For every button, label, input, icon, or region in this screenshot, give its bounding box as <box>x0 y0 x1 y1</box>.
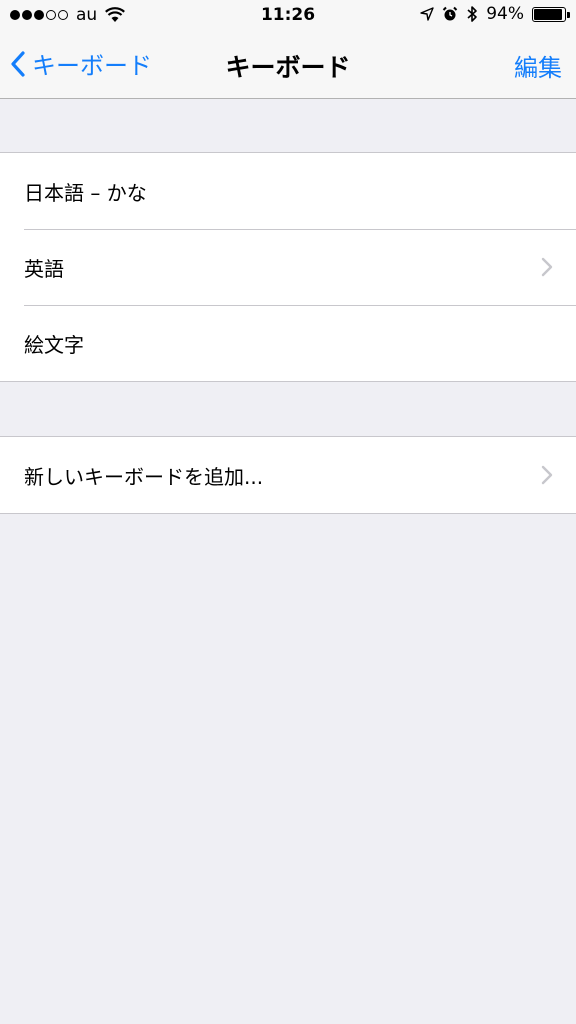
list-item-label: 英語 <box>24 256 64 281</box>
battery-icon <box>532 6 570 22</box>
add-keyboard-group: 新しいキーボードを追加... <box>0 436 576 514</box>
list-item-emoji[interactable]: 絵文字 <box>0 305 576 381</box>
navigation-bar: キーボード キーボード 編集 <box>0 32 576 98</box>
bluetooth-icon <box>467 6 478 22</box>
list-item-japanese-kana[interactable]: 日本語 – かな <box>0 153 576 229</box>
list-item-label: 日本語 – かな <box>24 180 147 205</box>
list-item-english[interactable]: 英語 <box>0 229 576 305</box>
chevron-right-icon <box>541 257 553 277</box>
add-new-keyboard-label: 新しいキーボードを追加... <box>24 464 264 489</box>
top-bar: au 11:26 94% キーボード キーボード 編集 <box>0 0 576 99</box>
status-bar: au 11:26 94% <box>0 0 576 32</box>
edit-button[interactable]: 編集 <box>514 48 562 83</box>
alarm-clock-icon <box>442 6 458 21</box>
list-item-label: 絵文字 <box>24 332 84 357</box>
add-new-keyboard-button[interactable]: 新しいキーボードを追加... <box>0 437 576 513</box>
battery-percentage: 94% <box>486 4 524 24</box>
page-title: キーボード <box>225 53 351 82</box>
location-arrow-icon <box>420 7 434 21</box>
status-right: 94% <box>420 4 570 24</box>
chevron-right-icon <box>541 465 553 485</box>
keyboards-settings-screen: au 11:26 94% キーボード キーボード 編集 日本語 – かな 英語 … <box>0 0 576 1024</box>
keyboard-list: 日本語 – かな 英語 絵文字 <box>0 152 576 382</box>
